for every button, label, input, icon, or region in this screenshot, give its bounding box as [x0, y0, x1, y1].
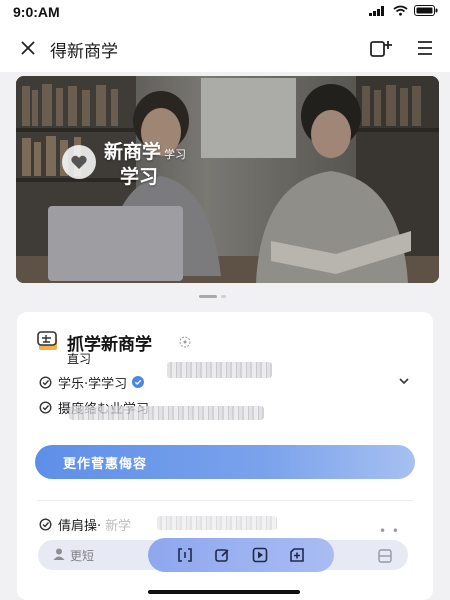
home-indicator	[148, 590, 300, 594]
screen: 9:0:AM 得新商学 新商学 学习 学习 抓学新商学 直习 学乐·学学习 更作…	[0, 0, 450, 600]
add-window-button[interactable]	[370, 38, 394, 60]
heart-logo-icon	[71, 155, 87, 169]
layout-icon[interactable]	[378, 549, 392, 563]
check-circle-icon	[39, 517, 52, 531]
book-icon	[37, 331, 57, 350]
status-bar: 9:0:AM	[0, 0, 450, 26]
menu-icon	[418, 41, 432, 55]
user-icon	[53, 548, 65, 560]
comment-input-placeholder: 更短	[70, 549, 95, 563]
edit-icon	[215, 549, 229, 562]
banner-title-main: 新商学	[104, 141, 162, 163]
banner-logo	[62, 145, 96, 179]
blurred-content	[167, 362, 272, 378]
menu-button[interactable]	[416, 39, 434, 57]
badge-icon	[179, 336, 191, 348]
primary-action-label: 更作菅惠侮容	[63, 456, 148, 472]
toolbar-button-play[interactable]	[251, 546, 269, 564]
add-window-icon	[370, 41, 392, 57]
info-row-3[interactable]: 倩肩操· 新学	[39, 515, 132, 534]
info-row-1[interactable]: 学乐·学学习	[39, 373, 145, 392]
wifi-icon	[393, 5, 408, 16]
hero-banner[interactable]: 新商学 学习 学习	[16, 76, 439, 283]
add-icon	[290, 548, 305, 562]
info-row-3-blurred: 新学	[105, 518, 132, 534]
app-header: 得新商学	[0, 26, 450, 72]
toolbar-button-bracket[interactable]	[176, 546, 194, 564]
banner-title-small: 学习	[164, 148, 187, 161]
status-time: 9:0:AM	[13, 4, 60, 20]
check-circle-icon	[39, 375, 52, 389]
battery-icon	[414, 5, 438, 16]
info-row-3-label: 倩肩操·	[58, 518, 102, 534]
info-row-1-label: 学乐·学学习	[58, 376, 128, 392]
carousel-indicator	[199, 295, 226, 298]
banner-subtitle: 学习	[120, 166, 159, 188]
floating-toolbar	[148, 538, 334, 572]
close-icon	[21, 41, 35, 55]
toolbar-button-edit[interactable]	[213, 546, 231, 564]
blurred-content	[69, 406, 264, 420]
chevron-down-icon[interactable]	[397, 374, 411, 388]
carousel-dot-active[interactable]	[199, 295, 217, 298]
verified-icon	[132, 376, 145, 388]
divider	[37, 500, 413, 501]
toolbar-button-add[interactable]	[288, 546, 306, 564]
card-subtitle: 直习	[67, 352, 92, 366]
close-button[interactable]	[17, 37, 39, 59]
status-icons	[369, 5, 438, 16]
check-circle-icon	[39, 400, 52, 414]
signal-icon	[369, 6, 384, 16]
blurred-content	[157, 516, 277, 530]
play-icon	[252, 547, 268, 563]
more-options-icon[interactable]: • •	[379, 524, 400, 538]
page-title: 得新商学	[50, 42, 118, 62]
carousel-dot[interactable]	[221, 295, 226, 298]
primary-action-button[interactable]: 更作菅惠侮容	[35, 445, 415, 479]
banner-image	[16, 76, 439, 283]
bracket-icon	[177, 548, 192, 562]
